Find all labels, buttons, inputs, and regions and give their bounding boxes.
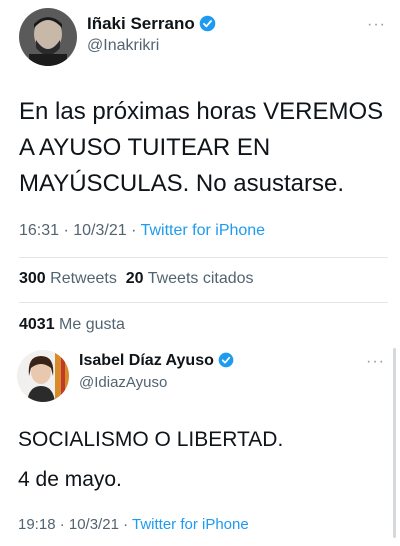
author-row: Iñaki Serrano	[87, 14, 216, 37]
more-options-icon[interactable]: ···	[366, 353, 385, 371]
retweets-count: 300	[19, 270, 46, 287]
tweet-timestamp[interactable]: 16:31 · 10/3/21 ·	[19, 222, 141, 239]
more-options-icon[interactable]: ···	[367, 16, 386, 34]
tweet-meta: 16:31 · 10/3/21 · Twitter for iPhone	[19, 222, 265, 240]
tweet-text-line2: 4 de mayo.	[18, 468, 122, 491]
tweet-source-link[interactable]: Twitter for iPhone	[141, 222, 266, 239]
tweet-timestamp[interactable]: 19:18 · 10/3/21 ·	[18, 516, 132, 533]
engagement-row: 300 Retweets 20 Tweets citados	[19, 270, 254, 288]
author-row: Isabel Díaz Ayuso	[79, 352, 234, 373]
author-name[interactable]: Isabel Díaz Ayuso	[79, 352, 214, 369]
tweet-text-line1: SOCIALISMO O LIBERTAD.	[18, 428, 284, 451]
retweets-label: Retweets	[50, 270, 117, 287]
likes-count: 4031	[19, 316, 55, 333]
divider	[19, 302, 388, 303]
verified-badge-icon	[218, 352, 234, 373]
tweet-source-link[interactable]: Twitter for iPhone	[132, 516, 249, 533]
avatar-inaki[interactable]	[19, 8, 77, 66]
quotes-stat[interactable]: 20 Tweets citados	[126, 270, 254, 287]
author-handle[interactable]: @IdiazAyuso	[79, 374, 167, 391]
author-name[interactable]: Iñaki Serrano	[87, 14, 195, 33]
quotes-count: 20	[125, 270, 144, 287]
likes-label: Me gusta	[59, 316, 125, 333]
likes-stat[interactable]: 4031 Me gusta	[19, 316, 125, 334]
quotes-label: Tweets citados	[147, 270, 254, 287]
tweet-text: En las próximas horas VEREMOS A AYUSO TU…	[19, 98, 384, 197]
divider	[19, 257, 388, 258]
avatar-ayuso[interactable]	[17, 350, 69, 402]
retweets-stat[interactable]: 300 Retweets	[19, 270, 117, 287]
verified-badge-icon	[199, 15, 216, 37]
tweet-meta: 19:18 · 10/3/21 · Twitter for iPhone	[18, 516, 249, 533]
scrollbar[interactable]	[393, 348, 396, 538]
author-handle[interactable]: @Inakrikri	[87, 37, 159, 55]
